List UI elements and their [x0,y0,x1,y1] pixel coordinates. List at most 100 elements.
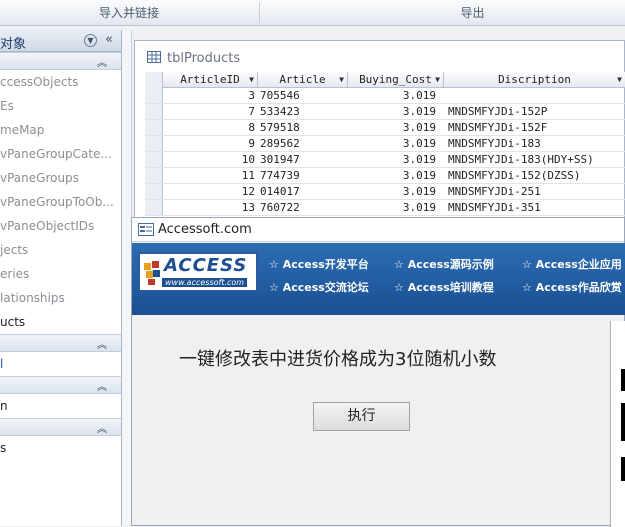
cell-buying-cost[interactable]: 3.019 [348,200,444,216]
datasheet-grid: ArticleID ▼ Article ▼ Buying_Cost ▼ Discrip… [145,72,625,216]
table-row[interactable]: 11 774739 3.019 MNDSMFYJDi-152(DZSS) [145,168,625,184]
nav-item[interactable]: jects [0,238,121,262]
nav-item[interactable]: lationships [0,286,121,310]
nav-item[interactable]: n [0,394,121,418]
cell-articleid[interactable]: 8 [163,120,258,136]
cell-article[interactable]: 301947 [258,152,348,168]
nav-section-forms[interactable]: ︽ [0,376,121,394]
cell-article[interactable]: 014017 [258,184,348,200]
cell-articleid[interactable]: 12 [163,184,258,200]
nav-item[interactable]: Es [0,94,121,118]
cell-article[interactable]: 579518 [258,120,348,136]
logo-url: www.accessoft.com [162,278,248,287]
row-selector[interactable] [145,120,163,135]
cell-article[interactable]: 705546 [258,88,348,104]
cell-buying-cost[interactable]: 3.019 [348,168,444,184]
row-selector[interactable] [145,152,163,167]
dropdown-arrow-icon[interactable]: ▼ [435,72,440,87]
column-header-article[interactable]: Article ▼ [258,72,348,88]
nav-item[interactable]: vPaneObjectIDs [0,214,121,238]
row-selector[interactable] [145,200,163,215]
column-header-discription[interactable]: Discription ▼ [444,72,625,88]
cell-discription[interactable] [444,88,625,104]
nav-pane-header[interactable]: 对象 ▼ « [0,30,121,52]
cell-articleid[interactable]: 10 [163,152,258,168]
table-row[interactable]: 8 579518 3.019 MNDSMFYJDi-152F [145,120,625,136]
nav-item[interactable]: ccessObjects [0,70,121,94]
collapse-pane-icon[interactable]: « [105,32,113,47]
nav-item[interactable]: vPaneGroupToOb... [0,190,121,214]
table-window-title: tblProducts [167,51,241,66]
cell-article[interactable]: 760722 [258,200,348,216]
nav-item[interactable]: vPaneGroupCate... [0,142,121,166]
table-row[interactable]: 13 760722 3.019 MNDSMFYJDi-351 [145,200,625,216]
column-header-articleid[interactable]: ArticleID ▼ [163,72,258,88]
chevron-up-icon[interactable]: ︽ [97,378,107,393]
nav-section-queries[interactable]: ︽ [0,334,121,352]
cell-articleid[interactable]: 3 [163,88,258,104]
cell-discription[interactable]: MNDSMFYJDi-251 [444,184,625,200]
clipped-glyph [621,457,625,481]
cell-articleid[interactable]: 11 [163,168,258,184]
table-row[interactable]: 10 301947 3.019 MNDSMFYJDi-183(HDY+SS) [145,152,625,168]
cell-discription[interactable]: MNDSMFYJDi-152(DZSS) [444,168,625,184]
select-all-cell[interactable] [145,72,163,88]
nav-item[interactable]: ucts [0,310,121,334]
cell-articleid[interactable]: 7 [163,104,258,120]
link-access-training[interactable]: ☆ Access培训教程 [394,279,494,295]
clipped-glyph [621,403,625,441]
nav-item[interactable]: meMap [0,118,121,142]
table-row[interactable]: 9 289562 3.019 MNDSMFYJDi-183 [145,136,625,152]
table-row[interactable]: 3 705546 3.019 [145,88,625,104]
row-selector[interactable] [145,168,163,183]
chevron-up-icon[interactable]: ︽ [97,54,107,69]
nav-item[interactable]: eries [0,262,121,286]
table-window-titlebar: tblProducts [135,41,624,75]
cell-discription[interactable]: MNDSMFYJDi-152P [444,104,625,120]
row-selector[interactable] [145,136,163,151]
cell-discription[interactable]: MNDSMFYJDi-183(HDY+SS) [444,152,625,168]
run-button[interactable]: 执行 [313,402,410,431]
ribbon-group-export[interactable]: 导出 [260,0,625,26]
table-row[interactable]: 12 014017 3.019 MNDSMFYJDi-251 [145,184,625,200]
link-access-enterprise[interactable]: ☆ Access企业应用 [522,256,622,272]
link-access-forum[interactable]: ☆ Access交流论坛 [269,279,369,295]
link-access-source[interactable]: ☆ Access源码示例 [394,256,494,272]
link-access-works[interactable]: ☆ Access作品欣赏 [522,279,622,295]
nav-item[interactable]: vPaneGroups [0,166,121,190]
nav-section-modules[interactable]: ︽ [0,418,121,436]
accessoft-logo[interactable]: ACCESS www.accessoft.com [138,252,258,292]
cell-buying-cost[interactable]: 3.019 [348,152,444,168]
cell-articleid[interactable]: 9 [163,136,258,152]
form-window-titlebar: Accessoft.com [132,218,624,242]
cell-article[interactable]: 774739 [258,168,348,184]
dropdown-arrow-icon[interactable]: ▼ [249,72,254,87]
dropdown-arrow-icon[interactable]: ▼ [339,72,344,87]
cell-discription[interactable]: MNDSMFYJDi-351 [444,200,625,216]
nav-item[interactable]: s [0,436,121,460]
nav-section-tables[interactable]: ︽ [0,52,121,70]
cell-article[interactable]: 289562 [258,136,348,152]
cell-buying-cost[interactable]: 3.019 [348,104,444,120]
table-row[interactable]: 7 533423 3.019 MNDSMFYJDi-152P [145,104,625,120]
chevron-down-icon[interactable]: ▼ [84,34,97,47]
cell-article[interactable]: 533423 [258,104,348,120]
row-selector[interactable] [145,88,163,103]
column-header-buying-cost[interactable]: Buying_Cost ▼ [348,72,444,88]
chevron-up-icon[interactable]: ︽ [97,420,107,435]
cell-discription[interactable]: MNDSMFYJDi-152F [444,120,625,136]
cell-discription[interactable]: MNDSMFYJDi-183 [444,136,625,152]
cell-buying-cost[interactable]: 3.019 [348,136,444,152]
form-window: Accessoft.com ACCESS www.accessoft.com ☆… [131,217,625,527]
row-selector[interactable] [145,184,163,199]
cell-buying-cost[interactable]: 3.019 [348,88,444,104]
chevron-up-icon[interactable]: ︽ [97,336,107,351]
cell-articleid[interactable]: 13 [163,200,258,216]
link-access-platform[interactable]: ☆ Access开发平台 [269,256,369,272]
cell-buying-cost[interactable]: 3.019 [348,120,444,136]
row-selector[interactable] [145,104,163,119]
ribbon-group-import-link[interactable]: 导入并链接 [0,0,258,26]
nav-item[interactable]: l [0,352,121,376]
cell-buying-cost[interactable]: 3.019 [348,184,444,200]
dropdown-arrow-icon[interactable]: ▼ [617,72,622,87]
